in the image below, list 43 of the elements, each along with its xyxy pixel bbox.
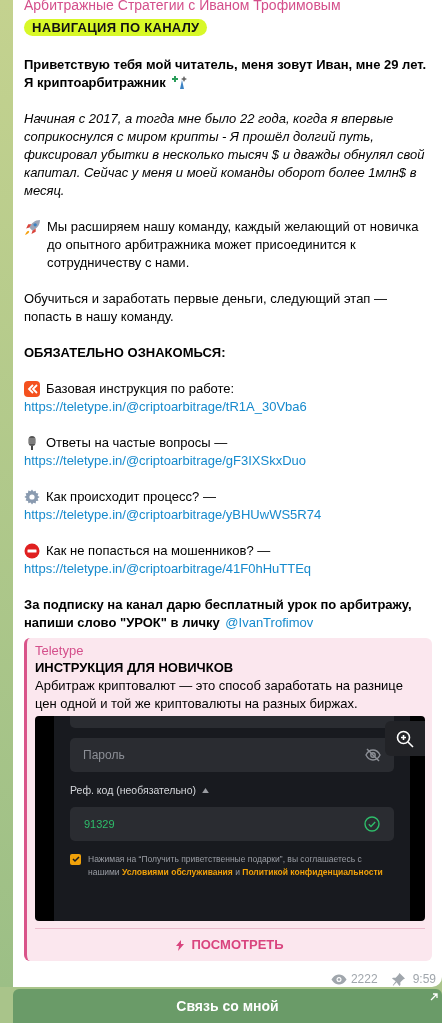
check-circle-icon — [364, 815, 380, 832]
navigation-banner: НАВИГАЦИЯ ПО КАНАЛУ — [24, 19, 208, 36]
hidden-eye-icon — [365, 748, 381, 762]
message-time: 9:59 — [412, 971, 436, 988]
next-step-text: Обучиться и заработать первые деньги, следующий этап — попасть в нашу команду. — [24, 290, 388, 326]
zoom-in-icon — [396, 729, 414, 748]
article-link[interactable]: https://teletype.in/@criptoarbitrage/yBHUwWS5R74 — [24, 506, 322, 524]
greeting-text: Я криптоарбитражник — [24, 74, 166, 92]
view-button[interactable]: ПОСМОТРЕТЬ — [35, 929, 425, 961]
article-link[interactable]: https://teletype.in/@criptoarbitrage/gF3IXSkxDuo — [24, 452, 306, 470]
article-link[interactable]: https://teletype.in/@criptoarbitrage/41F0hHuTTEq — [24, 560, 312, 578]
link-label: Как происходит процесс? — — [46, 488, 216, 506]
referral-code-value: 91329 — [84, 816, 115, 832]
intro-text: Начиная с 2017, а тогда мне было 22 года, когда я впервые соприкоснулся с миром крипты - Я прошёл долгий путь, фиксировал убытки в несколько тысяч $ и дважды обнулял свой капитал. Сейчас у меня и моей команды оборот более 1млн$ в месяц. — [24, 110, 426, 200]
link-label: Как не попасться на мошенников? — — [46, 542, 271, 560]
preview-description: Арбитраж криптовалют — это способ заработать на разнице цен одной и той же криптовалюты на разных биржах. — [35, 677, 404, 713]
offer-text: За подписку на канал дарю бесплатный урок по арбитражу, напиши слово "УРОК" в личку @IvanTrofimov — [24, 596, 413, 632]
chevron-logo-icon — [24, 381, 40, 397]
zoom-in-button[interactable] — [385, 721, 425, 756]
link-label: Базовая инструкция по работе: — [46, 380, 235, 398]
password-placeholder: Пароль — [83, 747, 125, 764]
referral-code-label: Реф. код (необязательно) — [70, 783, 196, 798]
pin-icon — [391, 972, 405, 986]
lightning-icon — [176, 939, 185, 951]
gear-icon — [24, 489, 40, 505]
preview-site-name: Teletype — [35, 643, 85, 659]
link-label: Ответы на частые вопросы — — [46, 434, 228, 452]
agreement-text: Нажимая на “Получить приветственные подарки”, вы соглашаетесь с нашими Условиями обслуживания и Политикой конфиденциальности — [88, 852, 384, 879]
view-count: 2222 — [350, 971, 378, 988]
must-read-heading: ОБЯЗАТЕЛЬНО ОЗНАКОМЬСЯ: — [24, 344, 227, 362]
preview-title: ИНСТРУКЦИЯ ДЛЯ НОВИЧКОВ — [35, 659, 235, 677]
caret-icon — [202, 788, 209, 794]
sparkle-icon — [170, 75, 187, 91]
rocket-icon — [24, 219, 41, 236]
no-entry-icon — [24, 543, 40, 559]
link-preview-card[interactable] — [24, 638, 432, 961]
mention-link[interactable]: @IvanTrofimov — [225, 615, 314, 630]
greeting-text: Приветствую тебя мой читатель, меня зовут Иван, мне 29 лет. — [24, 56, 428, 74]
contact-button[interactable]: Связь со мной — [13, 989, 442, 1023]
team-text: Мы расширяем нашу команду, каждый желающий от новичка до опытного арбитражника может присоединится к сотрудничеству с нами. — [47, 218, 420, 272]
arrow-icon — [430, 993, 438, 1001]
channel-name[interactable]: Арбитражные Стратегии с Иваном Трофимовым — [24, 0, 436, 12]
article-link[interactable]: https://teletype.in/@criptoarbitrage/tR1A_30Vba6 — [24, 398, 307, 416]
